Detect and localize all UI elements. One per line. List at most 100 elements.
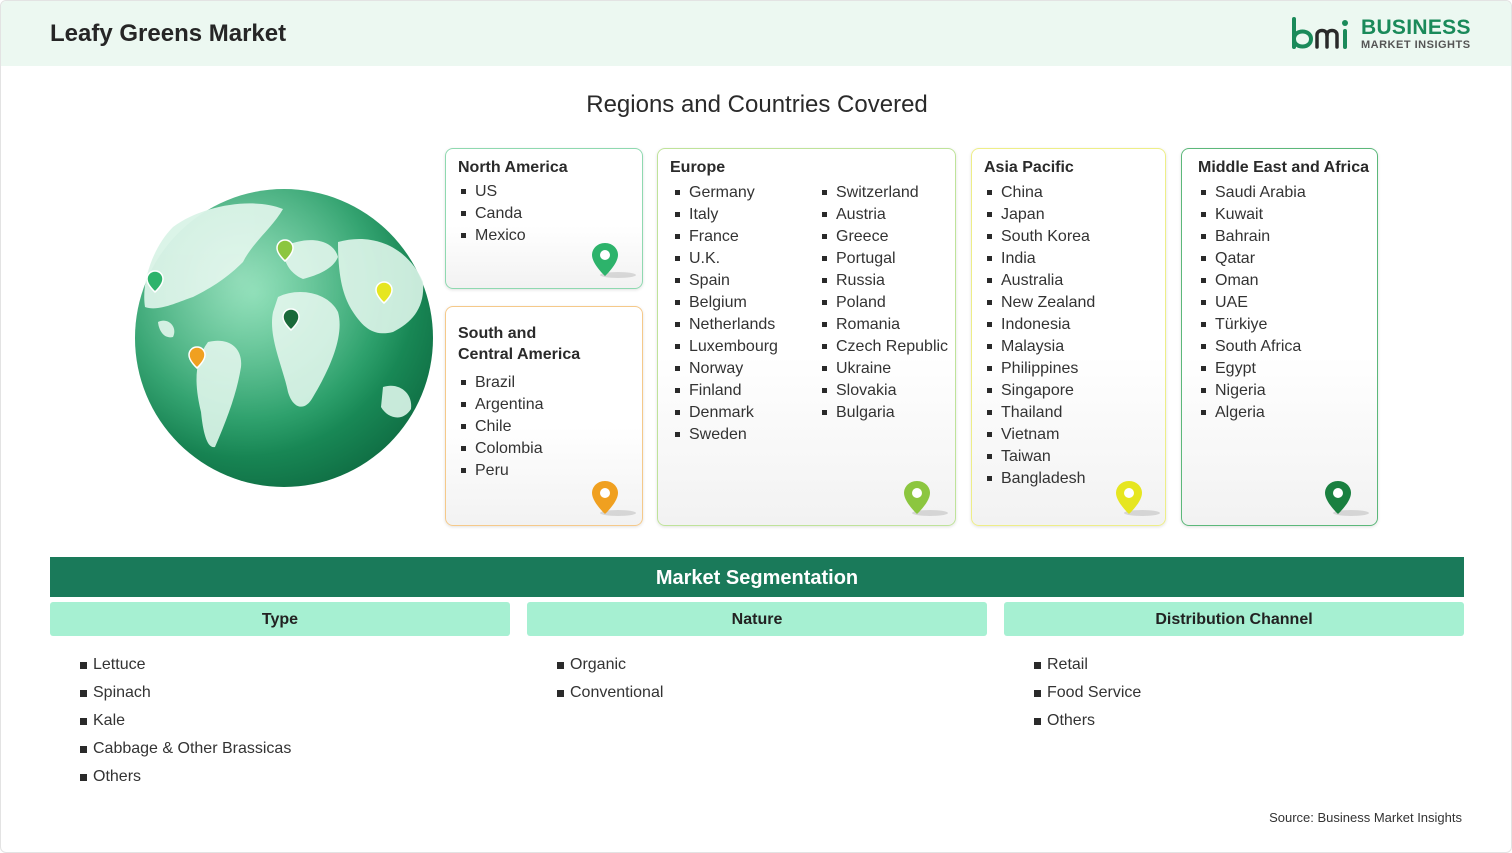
- market-segmentation-banner: Market Segmentation: [50, 557, 1464, 597]
- location-pin-icon: [1325, 481, 1369, 516]
- country-item: India: [984, 248, 1095, 270]
- region-title-north-america: North America: [458, 159, 568, 176]
- country-item: Bulgaria: [819, 402, 948, 424]
- country-item: South Africa: [1198, 336, 1306, 358]
- region-title-line: Central America: [458, 346, 581, 363]
- country-item: Denmark: [672, 402, 778, 424]
- region-card-asia-pacific: Asia Pacific China Japan South Korea Ind…: [971, 148, 1166, 526]
- country-item: France: [672, 226, 778, 248]
- country-item: Nigeria: [1198, 380, 1306, 402]
- country-item: Netherlands: [672, 314, 778, 336]
- country-item: Italy: [672, 204, 778, 226]
- logo-text-market-insights: MARKET INSIGHTS: [1361, 39, 1471, 51]
- country-item: Colombia: [458, 438, 544, 460]
- country-item: Australia: [984, 270, 1095, 292]
- region-card-south-america: South and Central America Brazil Argenti…: [445, 306, 643, 526]
- region-title-asia-pacific: Asia Pacific: [984, 159, 1074, 176]
- country-item: Brazil: [458, 372, 544, 394]
- country-item: Canda: [458, 203, 526, 225]
- country-item: Argentina: [458, 394, 544, 416]
- region-card-north-america: North America US Canda Mexico: [445, 148, 643, 289]
- segment-item: Others: [80, 763, 291, 791]
- segment-item: Spinach: [80, 679, 291, 707]
- country-item: Philippines: [984, 358, 1095, 380]
- country-item: U.K.: [672, 248, 778, 270]
- country-item: Greece: [819, 226, 948, 248]
- country-item: Romania: [819, 314, 948, 336]
- country-list-europe-col1: Germany Italy France U.K. Spain Belgium …: [672, 182, 778, 446]
- country-list-south-america: Brazil Argentina Chile Colombia Peru: [458, 372, 544, 482]
- country-item: Singapore: [984, 380, 1095, 402]
- country-item: Saudi Arabia: [1198, 182, 1306, 204]
- country-item: Russia: [819, 270, 948, 292]
- segment-item: Cabbage & Other Brassicas: [80, 735, 291, 763]
- country-item: Peru: [458, 460, 544, 482]
- country-item: Algeria: [1198, 402, 1306, 424]
- segment-list-type: Lettuce Spinach Kale Cabbage & Other Bra…: [80, 651, 291, 791]
- country-item: Türkiye: [1198, 314, 1306, 336]
- location-pin-icon: [592, 481, 636, 516]
- country-item: Taiwan: [984, 446, 1095, 468]
- country-item: Vietnam: [984, 424, 1095, 446]
- regions-title: Regions and Countries Covered: [586, 91, 928, 118]
- country-item: Ukraine: [819, 358, 948, 380]
- country-item: Luxembourg: [672, 336, 778, 358]
- infographic-frame: Leafy Greens Market BUSINESS MARKET INSI…: [0, 0, 1512, 853]
- location-pin-icon: [592, 243, 636, 278]
- region-title-mea: Middle East and Africa: [1198, 159, 1369, 176]
- country-item: Mexico: [458, 225, 526, 247]
- country-item: Norway: [672, 358, 778, 380]
- region-card-europe: Europe Germany Italy France U.K. Spain B…: [657, 148, 956, 526]
- segment-list-distribution-channel: Retail Food Service Others: [1034, 651, 1141, 735]
- country-list-europe-col2: Switzerland Austria Greece Portugal Russ…: [819, 182, 948, 424]
- country-item: Indonesia: [984, 314, 1095, 336]
- country-item: Austria: [819, 204, 948, 226]
- country-item: US: [458, 181, 526, 203]
- country-item: Oman: [1198, 270, 1306, 292]
- bmi-logo-icon: [1292, 17, 1348, 49]
- country-item: Czech Republic: [819, 336, 948, 358]
- segment-item: Others: [1034, 707, 1141, 735]
- country-item: Bahrain: [1198, 226, 1306, 248]
- segment-item: Kale: [80, 707, 291, 735]
- country-item: Egypt: [1198, 358, 1306, 380]
- country-list-north-america: US Canda Mexico: [458, 181, 526, 247]
- segment-header-type: Type: [50, 602, 510, 636]
- country-item: Slovakia: [819, 380, 948, 402]
- region-title-europe: Europe: [670, 159, 726, 176]
- country-item: Japan: [984, 204, 1095, 226]
- company-logo: BUSINESS MARKET INSIGHTS: [1291, 15, 1471, 55]
- country-item: South Korea: [984, 226, 1095, 248]
- location-pin-icon: [1116, 481, 1160, 516]
- segment-item: Conventional: [557, 679, 663, 707]
- logo-text-business: BUSINESS: [1361, 16, 1471, 39]
- country-list-mea: Saudi Arabia Kuwait Bahrain Qatar Oman U…: [1198, 182, 1306, 424]
- country-item: Poland: [819, 292, 948, 314]
- country-item: UAE: [1198, 292, 1306, 314]
- segment-header-nature: Nature: [527, 602, 987, 636]
- segment-item: Retail: [1034, 651, 1141, 679]
- source-note: Source: Business Market Insights: [1269, 810, 1462, 825]
- country-item: Bangladesh: [984, 468, 1095, 490]
- region-card-mea: Middle East and Africa Saudi Arabia Kuwa…: [1181, 148, 1378, 526]
- country-item: Spain: [672, 270, 778, 292]
- globe-illustration: [135, 189, 433, 487]
- country-item: Malaysia: [984, 336, 1095, 358]
- segment-header-distribution-channel: Distribution Channel: [1004, 602, 1464, 636]
- region-title-south-america: South and Central America: [458, 323, 580, 365]
- country-item: Chile: [458, 416, 544, 438]
- region-title-line: South and: [458, 325, 537, 342]
- segment-item: Food Service: [1034, 679, 1141, 707]
- country-item: Germany: [672, 182, 778, 204]
- country-item: Thailand: [984, 402, 1095, 424]
- country-item: Belgium: [672, 292, 778, 314]
- country-item: Finland: [672, 380, 778, 402]
- country-item: New Zealand: [984, 292, 1095, 314]
- country-item: Switzerland: [819, 182, 948, 204]
- header-bar: Leafy Greens Market BUSINESS MARKET INSI…: [1, 1, 1511, 66]
- country-item: Kuwait: [1198, 204, 1306, 226]
- country-list-asia-pacific: China Japan South Korea India Australia …: [984, 182, 1095, 490]
- country-item: Qatar: [1198, 248, 1306, 270]
- page-title: Leafy Greens Market: [50, 20, 287, 47]
- segment-item: Organic: [557, 651, 663, 679]
